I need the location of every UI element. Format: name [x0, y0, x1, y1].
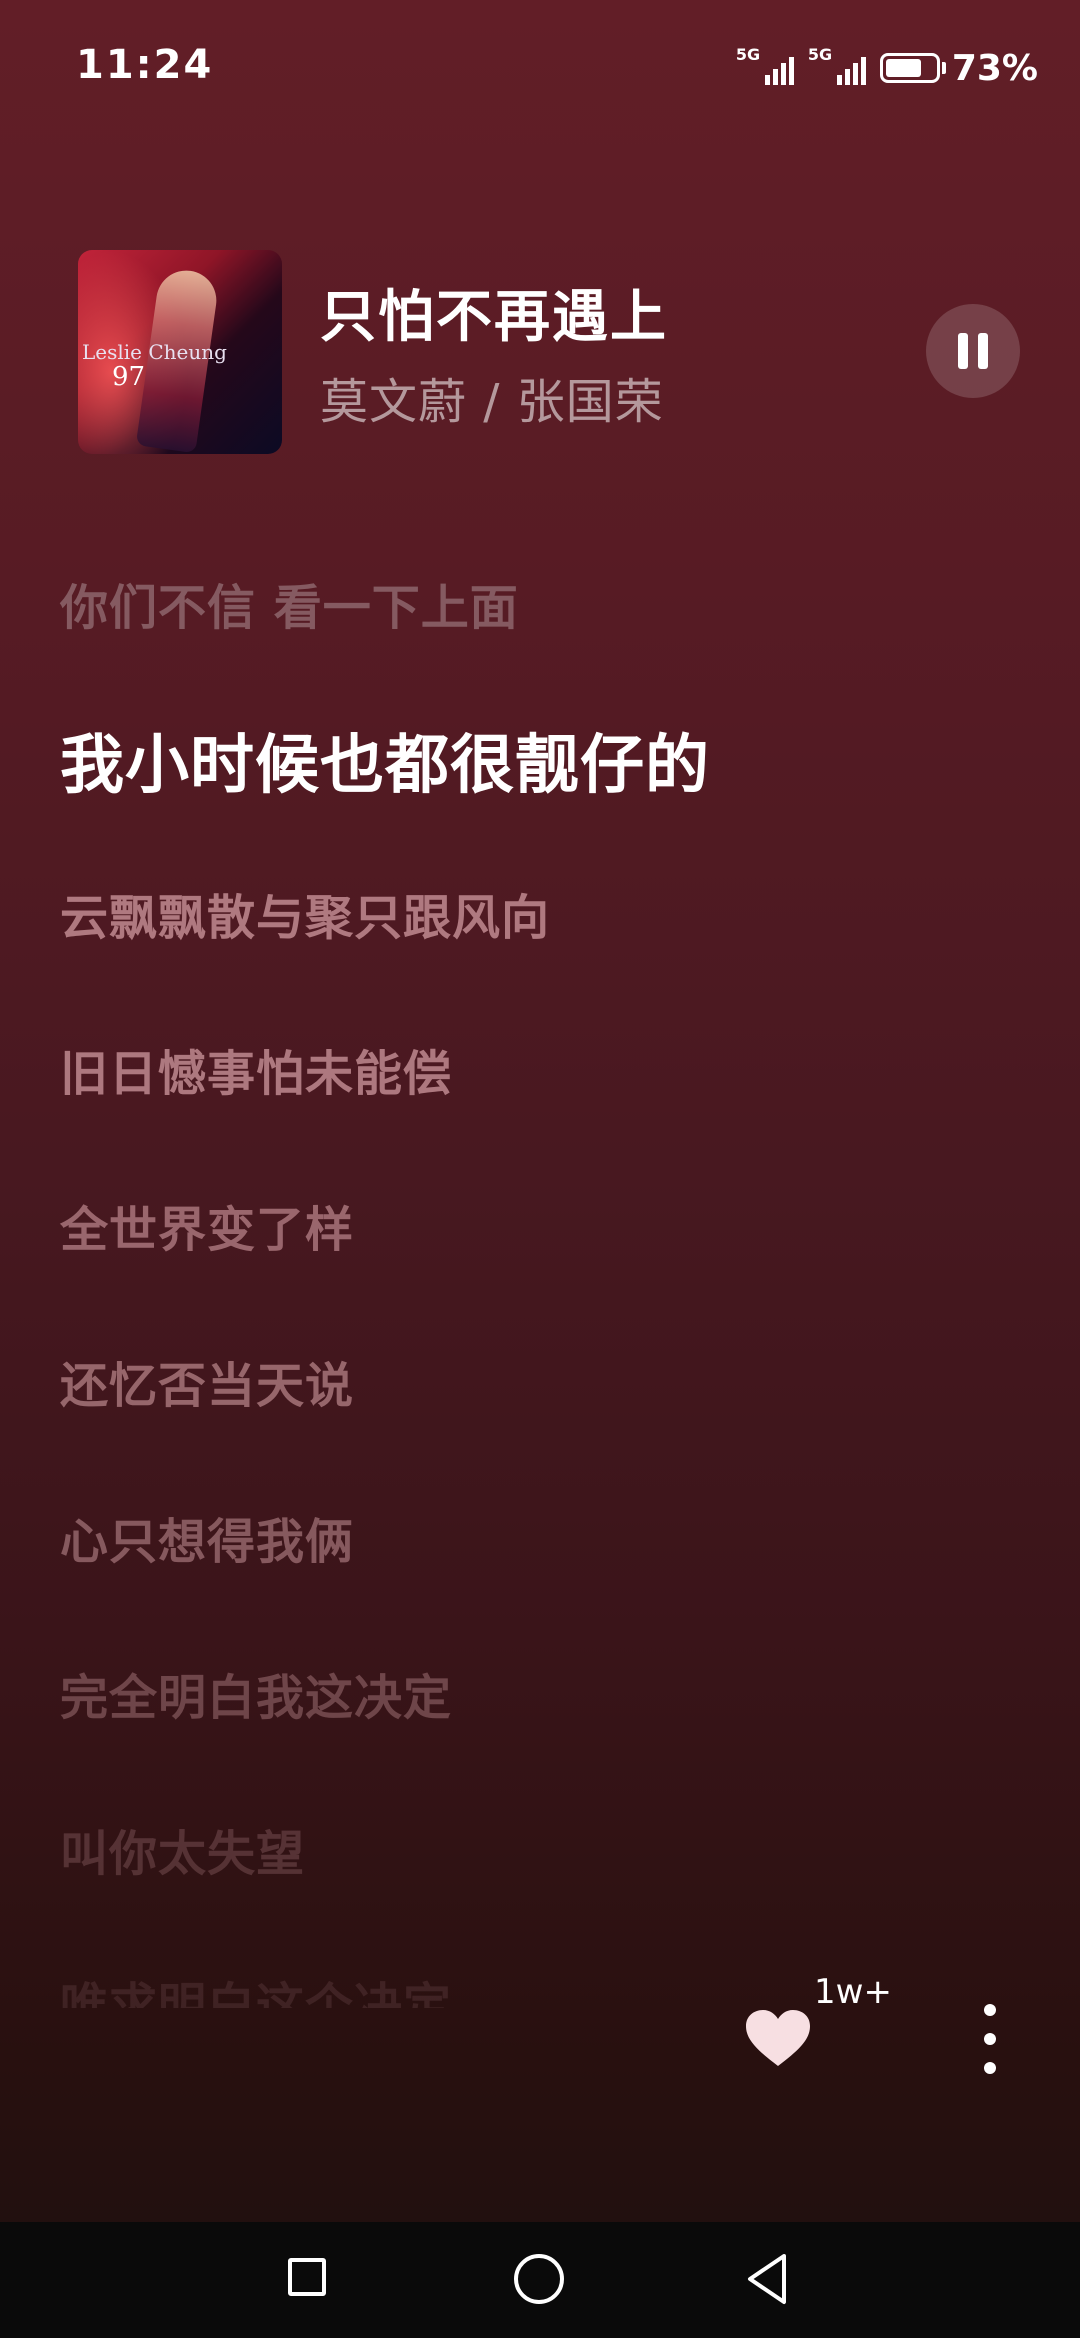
signal-strength-icon: 5G [808, 47, 866, 89]
lyric-line[interactable]: 叫你太失望 [60, 1814, 305, 1884]
lyric-line[interactable]: 唯求明白这个决定 [60, 1966, 452, 2008]
song-title[interactable]: 只怕不再遇上 [320, 272, 668, 353]
lyric-line[interactable]: 全世界变了样 [60, 1190, 354, 1260]
status-icons: 5G 5G 73% [736, 46, 1038, 90]
lyric-line-past[interactable]: 你们不信 看一下上面 [60, 568, 519, 638]
song-artist[interactable]: 莫文蔚 / 张国荣 [320, 362, 664, 432]
recent-apps-button[interactable] [288, 2258, 326, 2296]
heart-icon[interactable] [744, 2008, 812, 2068]
pause-icon [958, 333, 968, 369]
lyric-line-current[interactable]: 我小时候也都很靓仔的 [60, 714, 710, 806]
like-count: 1w+ [814, 1972, 892, 2012]
lyric-line[interactable]: 云飘飘散与聚只跟风向 [60, 878, 550, 948]
album-art-text: Leslie Cheung [82, 340, 227, 364]
more-options-button[interactable] [972, 2004, 1008, 2074]
album-cover[interactable]: Leslie Cheung 97 [78, 250, 282, 454]
signal-strength-icon: 5G [736, 47, 794, 89]
home-button[interactable] [514, 2254, 564, 2304]
lyric-line[interactable]: 还忆否当天说 [60, 1346, 354, 1416]
back-button[interactable] [744, 2252, 790, 2306]
battery-icon: 73% [879, 47, 1038, 89]
pause-button[interactable] [926, 304, 1020, 398]
lyric-line[interactable]: 完全明白我这决定 [60, 1658, 452, 1728]
battery-percent: 73% [951, 47, 1038, 89]
album-art-number: 97 [112, 362, 146, 392]
lyric-line[interactable]: 心只想得我俩 [60, 1502, 354, 1572]
status-bar: 11:24 5G 5G 73% [0, 0, 1080, 140]
lyric-line[interactable]: 旧日憾事怕未能偿 [60, 1034, 452, 1104]
more-dots-icon [984, 2004, 996, 2016]
status-time: 11:24 [76, 42, 214, 88]
